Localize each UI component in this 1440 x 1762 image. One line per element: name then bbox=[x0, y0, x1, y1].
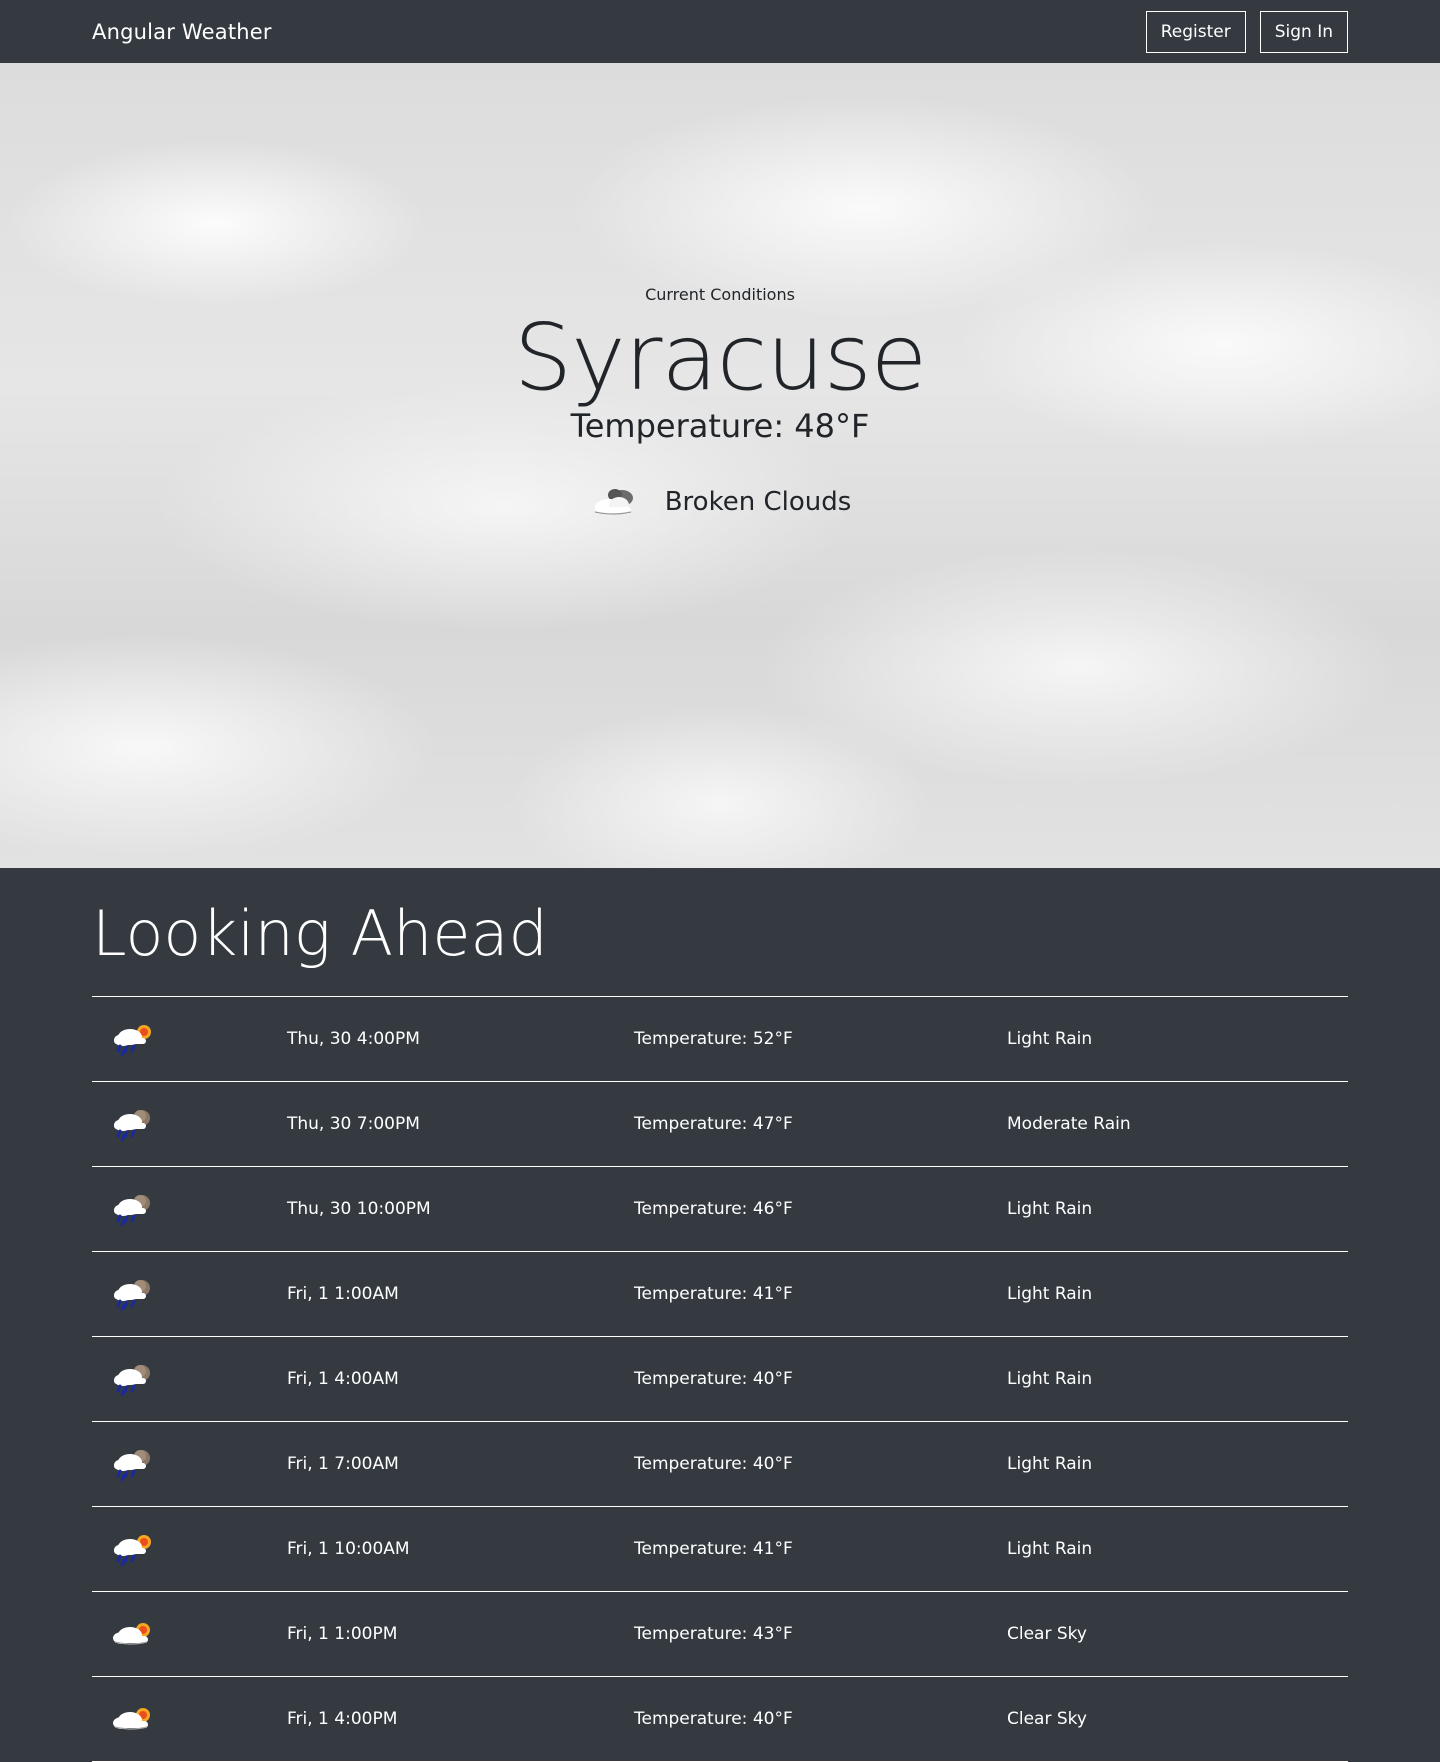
forecast-temperature: Temperature: 52°F bbox=[634, 1029, 793, 1049]
forecast-description: Light Rain bbox=[1007, 1369, 1093, 1389]
forecast-description: Clear Sky bbox=[1007, 1709, 1087, 1729]
hero-label: Current Conditions bbox=[645, 285, 795, 304]
cloud-sun-icon bbox=[92, 1704, 287, 1734]
forecast-time: Fri, 1 7:00AM bbox=[287, 1454, 399, 1474]
hero-content: Current Conditions Syracuse Temperature:… bbox=[0, 285, 1440, 518]
forecast-time: Fri, 1 4:00PM bbox=[287, 1709, 398, 1729]
rain-moon-icon bbox=[92, 1107, 287, 1141]
rain-moon-icon bbox=[92, 1362, 287, 1396]
forecast-temperature: Temperature: 40°F bbox=[634, 1454, 793, 1474]
rain-sun-icon bbox=[92, 1532, 287, 1566]
current-condition: Broken Clouds bbox=[0, 486, 1440, 518]
forecast-time: Thu, 30 4:00PM bbox=[287, 1029, 420, 1049]
rain-sun-icon bbox=[92, 1022, 287, 1056]
rain-moon-icon bbox=[92, 1447, 287, 1481]
forecast-time: Thu, 30 10:00PM bbox=[287, 1199, 431, 1219]
forecast-row: Thu, 30 7:00PM Temperature: 47°F Moderat… bbox=[92, 1082, 1348, 1167]
forecast-temperature: Temperature: 41°F bbox=[634, 1539, 793, 1559]
forecast-temperature: Temperature: 40°F bbox=[634, 1709, 793, 1729]
forecast-row: Fri, 1 7:00AM Temperature: 40°F Light Ra… bbox=[92, 1422, 1348, 1507]
hero-current-conditions: Current Conditions Syracuse Temperature:… bbox=[0, 63, 1440, 868]
city-name: Syracuse bbox=[513, 304, 927, 411]
forecast-row: Fri, 1 1:00PM Temperature: 43°F Clear Sk… bbox=[92, 1592, 1348, 1677]
forecast-row: Fri, 1 1:00AM Temperature: 41°F Light Ra… bbox=[92, 1252, 1348, 1337]
forecast-table: Thu, 30 4:00PM Temperature: 52°F Light R… bbox=[92, 996, 1348, 1762]
brand-title[interactable]: Angular Weather bbox=[92, 20, 272, 44]
forecast-temperature: Temperature: 43°F bbox=[634, 1624, 793, 1644]
forecast-temperature: Temperature: 47°F bbox=[634, 1114, 793, 1134]
forecast-time: Fri, 1 10:00AM bbox=[287, 1539, 410, 1559]
forecast-row: Fri, 1 4:00AM Temperature: 40°F Light Ra… bbox=[92, 1337, 1348, 1422]
forecast-time: Fri, 1 1:00AM bbox=[287, 1284, 399, 1304]
current-condition-text: Broken Clouds bbox=[664, 487, 852, 517]
navbar: Angular Weather Register Sign In bbox=[0, 0, 1440, 63]
forecast-description: Light Rain bbox=[1007, 1029, 1093, 1049]
forecast-time: Thu, 30 7:00PM bbox=[287, 1114, 420, 1134]
forecast-row: Fri, 1 4:00PM Temperature: 40°F Clear Sk… bbox=[92, 1677, 1348, 1762]
forecast-row: Thu, 30 4:00PM Temperature: 52°F Light R… bbox=[92, 997, 1348, 1082]
forecast-section: Looking Ahead Thu, 30 4:00PM Temperature… bbox=[0, 868, 1440, 1762]
forecast-row: Fri, 1 10:00AM Temperature: 41°F Light R… bbox=[92, 1507, 1348, 1592]
forecast-temperature: Temperature: 40°F bbox=[634, 1369, 793, 1389]
broken-clouds-icon bbox=[589, 486, 639, 518]
forecast-temperature: Temperature: 41°F bbox=[634, 1284, 793, 1304]
forecast-description: Moderate Rain bbox=[1007, 1114, 1131, 1134]
forecast-time: Fri, 1 1:00PM bbox=[287, 1624, 398, 1644]
forecast-row: Thu, 30 10:00PM Temperature: 46°F Light … bbox=[92, 1167, 1348, 1252]
forecast-description: Clear Sky bbox=[1007, 1624, 1087, 1644]
cloud-sun-icon bbox=[92, 1619, 287, 1649]
current-temperature: Temperature: 48°F bbox=[570, 407, 870, 445]
nav-buttons: Register Sign In bbox=[1145, 10, 1348, 53]
rain-moon-icon bbox=[92, 1277, 287, 1311]
sign-in-button[interactable]: Sign In bbox=[1259, 10, 1348, 53]
forecast-temperature: Temperature: 46°F bbox=[634, 1199, 793, 1219]
forecast-description: Light Rain bbox=[1007, 1454, 1093, 1474]
forecast-description: Light Rain bbox=[1007, 1199, 1093, 1219]
rain-moon-icon bbox=[92, 1192, 287, 1226]
forecast-time: Fri, 1 4:00AM bbox=[287, 1369, 399, 1389]
register-button[interactable]: Register bbox=[1145, 10, 1246, 53]
forecast-description: Light Rain bbox=[1007, 1284, 1093, 1304]
forecast-description: Light Rain bbox=[1007, 1539, 1093, 1559]
forecast-title: Looking Ahead bbox=[92, 897, 548, 970]
